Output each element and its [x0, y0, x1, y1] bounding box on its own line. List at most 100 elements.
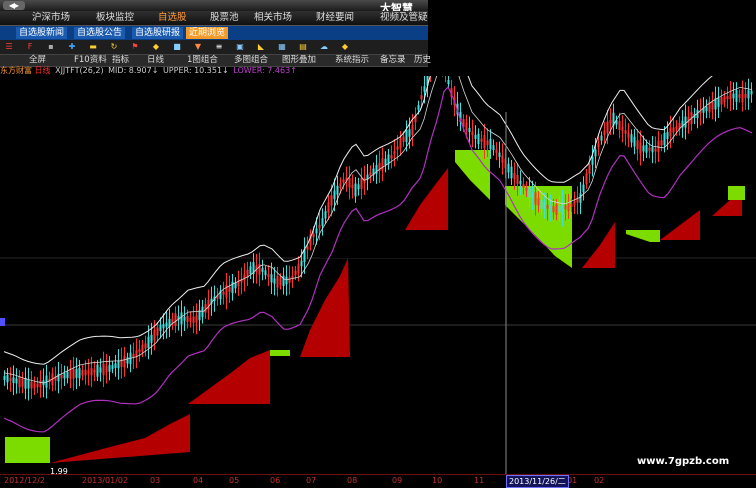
candle	[78, 367, 81, 379]
folder-icon[interactable]: ▤	[298, 42, 308, 52]
price-line-icon[interactable]: ▬	[88, 42, 98, 52]
candle	[300, 260, 303, 267]
candle	[351, 184, 354, 188]
candle	[483, 134, 486, 148]
price-chart[interactable]	[0, 76, 756, 474]
signal-block	[300, 258, 350, 357]
nav-tab[interactable]: 板块监控	[96, 11, 134, 25]
function-button[interactable]: 多图组合	[234, 55, 268, 66]
diamond-icon[interactable]: ◆	[151, 42, 161, 52]
title-bar: ◀▸ 大智慧	[0, 0, 428, 15]
candle	[477, 133, 480, 145]
market-nav: 沪深市场 板块监控 自选股 股票池 相关市场 财经要闻 视频及管疑	[0, 11, 428, 26]
function-button[interactable]: 图形叠加	[282, 55, 316, 66]
candle	[405, 129, 408, 143]
candle	[228, 286, 231, 292]
back-button[interactable]: ◀▸	[3, 1, 25, 10]
candle	[564, 205, 567, 210]
sub-tab[interactable]: 自选股新闻	[16, 27, 68, 39]
date-tick: 05	[229, 476, 240, 485]
candle	[165, 322, 168, 327]
candle	[513, 172, 516, 180]
function-button[interactable]: 指标	[112, 55, 129, 66]
date-tick: 2012/12/2	[4, 476, 46, 485]
nav-tab[interactable]: 相关市场	[254, 11, 292, 25]
menu-icon[interactable]: ☰	[4, 42, 14, 52]
sub-tab[interactable]: 自选股研报	[132, 27, 184, 39]
nav-tab[interactable]: 股票池	[210, 11, 239, 25]
down-arrow-icon[interactable]: ▼	[193, 42, 203, 52]
candle	[66, 371, 69, 379]
candle	[726, 96, 729, 100]
box-icon[interactable]: ■	[172, 42, 182, 52]
nav-tab[interactable]: 沪深市场	[32, 11, 70, 25]
candle	[744, 93, 747, 99]
candle	[525, 187, 528, 191]
candle	[96, 364, 99, 377]
candle	[516, 174, 519, 184]
nav-tab[interactable]: 财经要闻	[316, 11, 354, 25]
function-button[interactable]: 历史	[414, 55, 431, 66]
candle	[18, 376, 21, 388]
nav-tab[interactable]: 视频及管疑	[380, 11, 428, 25]
candle	[297, 264, 300, 274]
candle	[642, 145, 645, 152]
function-button[interactable]: 全屏	[29, 55, 46, 66]
diamond2-icon[interactable]: ◆	[340, 42, 350, 52]
candle	[123, 355, 126, 368]
upper-band	[3, 76, 713, 365]
candle	[492, 145, 495, 150]
nav-tab[interactable]: 自选股	[158, 11, 187, 25]
candle	[657, 140, 660, 152]
cloud-icon[interactable]: ☁	[319, 42, 329, 52]
candle	[198, 310, 201, 321]
candle	[141, 344, 144, 352]
candle	[114, 363, 117, 369]
sub-tabs: 自选股新闻 自选股公告 自选股研报 近期浏览	[0, 26, 428, 40]
candle	[324, 211, 327, 219]
f10-icon[interactable]: F	[25, 42, 35, 52]
candle	[249, 266, 252, 275]
candle	[423, 86, 426, 92]
map-icon[interactable]: ▦	[277, 42, 287, 52]
candle	[315, 228, 318, 234]
date-tick: 04	[193, 476, 204, 485]
candle	[624, 130, 627, 134]
triangle-icon[interactable]: ◣	[256, 42, 266, 52]
candle	[84, 369, 87, 376]
signal-block	[660, 210, 700, 240]
function-button[interactable]: 备忘录	[380, 55, 406, 66]
candle	[174, 313, 177, 326]
flag-icon[interactable]: ⚑	[130, 42, 140, 52]
sub-tab[interactable]: 近期浏览	[186, 27, 229, 39]
picture-icon[interactable]: ▣	[235, 42, 245, 52]
refresh-icon[interactable]: ↻	[109, 42, 119, 52]
candle	[81, 370, 84, 376]
candle	[186, 315, 189, 323]
candle	[288, 277, 291, 283]
crosshair-icon[interactable]: ✚	[67, 42, 77, 52]
date-tick: 06	[270, 476, 281, 485]
lock-icon[interactable]: ▪	[46, 42, 56, 52]
candle	[558, 205, 561, 213]
candle	[600, 135, 603, 141]
candle	[153, 329, 156, 341]
sub-tab[interactable]: 自选股公告	[74, 27, 126, 39]
function-button[interactable]: 1图组合	[187, 55, 218, 66]
candle	[150, 334, 153, 343]
candle	[36, 383, 39, 387]
candle	[231, 281, 234, 294]
candle	[30, 381, 33, 389]
candle	[327, 202, 330, 213]
candle	[87, 370, 90, 374]
candle	[105, 365, 108, 372]
candle	[3, 376, 6, 380]
candle	[585, 173, 588, 185]
list-icon[interactable]: ≡	[214, 42, 224, 52]
candle	[618, 120, 621, 131]
function-button[interactable]: 日线	[147, 55, 164, 66]
function-button[interactable]: F10资料	[74, 55, 107, 66]
candle	[507, 163, 510, 173]
function-button[interactable]: 系统指示	[335, 55, 369, 66]
candle	[408, 129, 411, 137]
